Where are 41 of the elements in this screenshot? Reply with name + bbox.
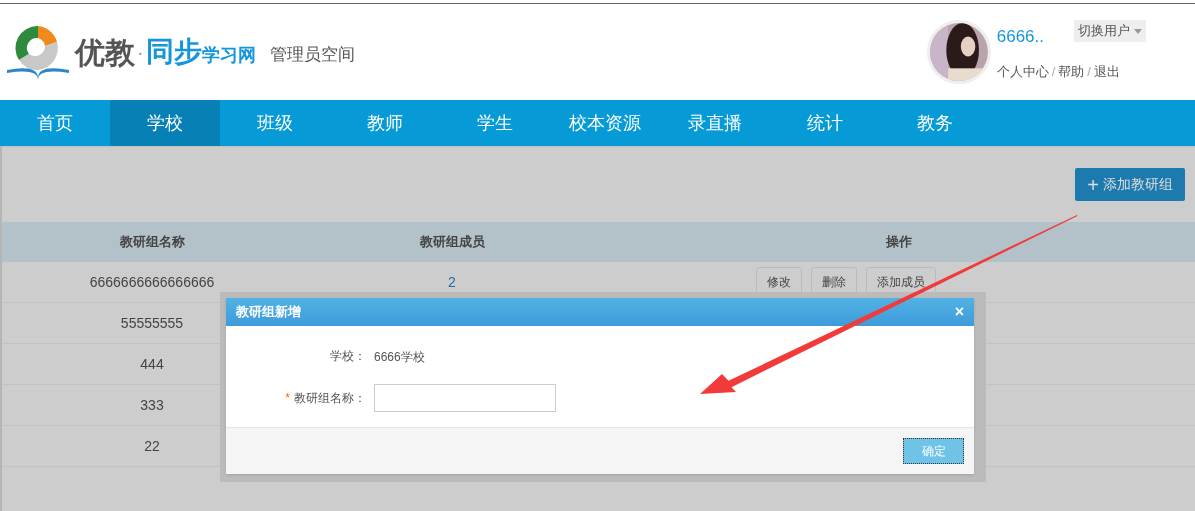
nav-tab[interactable]: 学校 [110, 100, 220, 146]
nav-tab[interactable]: 首页 [0, 100, 110, 146]
nav-tab[interactable]: 教务 [880, 100, 990, 146]
separator: / [1087, 62, 1091, 81]
logo-icon [5, 24, 71, 80]
column-header: 操作 [885, 233, 912, 252]
site-subtitle: 管理员空间 [269, 44, 355, 67]
table-cell-text: 6666666666666666 [89, 272, 215, 292]
user-name[interactable]: 6666.. [996, 24, 1044, 50]
member-count-link[interactable]: 2 [448, 271, 456, 293]
table-cell-text: 444 [140, 354, 164, 374]
header-link[interactable]: 个人中心 [996, 61, 1049, 81]
dialog-title: 教研组新增 [236, 303, 301, 322]
required-mark: * [285, 389, 290, 407]
switch-user-dropdown[interactable]: 切换用户 [1074, 20, 1146, 42]
add-group-button[interactable]: + 添加教研组 [1075, 168, 1185, 201]
nav-tab[interactable]: 教师 [330, 100, 440, 146]
column-header: 教研组名称 [119, 233, 185, 252]
logo-text: 同步 [145, 35, 202, 69]
nav-tab[interactable]: 班级 [220, 100, 330, 146]
logo-text: 学习网 [201, 44, 256, 65]
caret-icon [1134, 28, 1142, 34]
table-cell-text: 55555555 [120, 313, 184, 333]
logo-text: 优教 [75, 34, 135, 71]
logo-dot: · [137, 40, 144, 65]
field-value: 6666学校 [374, 349, 425, 364]
nav-tab[interactable]: 录直播 [660, 100, 770, 146]
nav-tab[interactable]: 校本资源 [550, 100, 660, 146]
column-header: 教研组成员 [419, 233, 485, 252]
nav-tab[interactable]: 学生 [440, 100, 550, 146]
table-cell-text: 22 [144, 436, 160, 456]
field-label: 学校： [330, 347, 366, 365]
close-button[interactable]: × [954, 304, 964, 320]
input-field[interactable] [374, 383, 556, 412]
table-cell-text: 333 [140, 395, 164, 415]
nav-tab[interactable]: 统计 [770, 100, 880, 146]
separator: / [1051, 62, 1056, 81]
confirm-button[interactable]: 确定 [903, 438, 964, 464]
field-label: 教研组名称： [294, 389, 366, 407]
header-link[interactable]: 退出 [1094, 61, 1120, 81]
header-link[interactable]: 帮助 [1058, 61, 1085, 81]
